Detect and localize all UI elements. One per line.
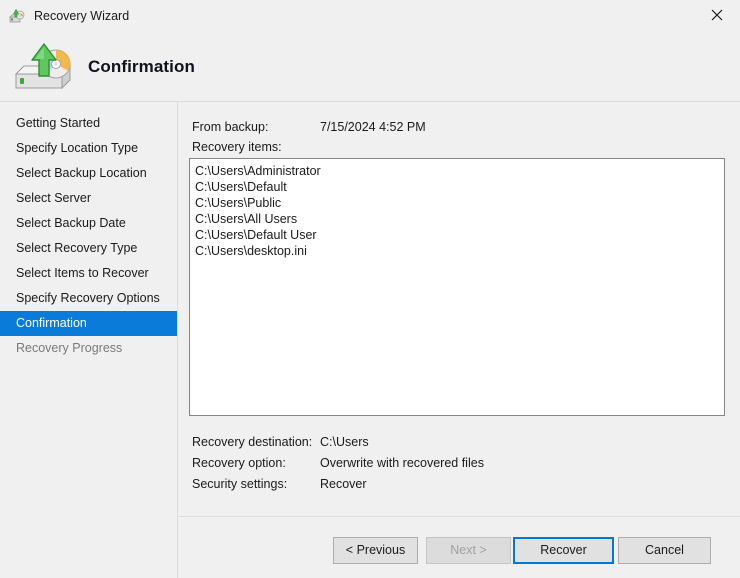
footer-divider — [178, 516, 740, 517]
list-item[interactable]: C:\Users\Public — [193, 195, 724, 211]
summary-row-security-settings: Security settings: Recover — [178, 474, 740, 495]
sidebar-item-select-backup-location[interactable]: Select Backup Location — [0, 161, 177, 186]
sidebar-item-getting-started[interactable]: Getting Started — [0, 111, 177, 136]
sidebar-item-specify-recovery-options[interactable]: Specify Recovery Options — [0, 286, 177, 311]
recovery-summary: Recovery destination: C:\Users Recovery … — [178, 432, 740, 495]
recovery-destination-label: Recovery destination: — [192, 435, 313, 449]
sidebar-item-recovery-progress: Recovery Progress — [16, 341, 123, 355]
recovery-items-label: Recovery items: — [192, 140, 282, 154]
list-item[interactable]: C:\Users\desktop.ini — [193, 243, 724, 259]
summary-row-recovery-option: Recovery option: Overwrite with recovere… — [178, 453, 740, 474]
list-item[interactable]: C:\Users\All Users — [193, 211, 724, 227]
list-item[interactable]: C:\Users\Default User — [193, 227, 724, 243]
summary-row-recovery-destination: Recovery destination: C:\Users — [178, 432, 740, 453]
button-bar: < Previous Next > Recover Cancel — [178, 526, 740, 578]
previous-button[interactable]: < Previous — [333, 537, 418, 564]
backup-drive-disc-icon — [10, 38, 82, 96]
recovery-disk-icon — [8, 7, 26, 25]
page-header: Confirmation — [0, 32, 740, 101]
recovery-destination-value: C:\Users — [320, 435, 369, 449]
recovery-option-label: Recovery option: — [192, 456, 286, 470]
title-bar: Recovery Wizard — [0, 0, 740, 32]
sidebar-item-select-server[interactable]: Select Server — [0, 186, 177, 211]
cancel-button[interactable]: Cancel — [618, 537, 711, 564]
recovery-items-listbox[interactable]: C:\Users\Administrator C:\Users\Default … — [189, 158, 725, 416]
close-icon — [711, 9, 723, 21]
page-title: Confirmation — [88, 56, 195, 76]
window-title: Recovery Wizard — [34, 8, 130, 23]
recovery-option-value: Overwrite with recovered files — [320, 456, 484, 470]
sidebar-item-select-backup-date[interactable]: Select Backup Date — [0, 211, 177, 236]
sidebar-step-list: Getting Started Specify Location Type Se… — [0, 111, 177, 361]
security-settings-value: Recover — [320, 477, 367, 491]
sidebar-item-specify-location-type[interactable]: Specify Location Type — [0, 136, 177, 161]
sidebar-item-select-items-to-recover[interactable]: Select Items to Recover — [0, 261, 177, 286]
sidebar-item-confirmation[interactable]: Confirmation — [0, 311, 177, 336]
close-button[interactable] — [694, 0, 740, 30]
wizard-sidebar: Getting Started Specify Location Type Se… — [0, 102, 177, 578]
recover-button[interactable]: Recover — [513, 537, 614, 564]
from-backup-value: 7/15/2024 4:52 PM — [320, 120, 426, 134]
list-item[interactable]: C:\Users\Default — [193, 179, 724, 195]
security-settings-label: Security settings: — [192, 477, 288, 491]
sidebar-item-select-recovery-type[interactable]: Select Recovery Type — [0, 236, 177, 261]
next-button: Next > — [426, 537, 511, 564]
main-panel: From backup: 7/15/2024 4:52 PM Recovery … — [178, 102, 740, 578]
list-item[interactable]: C:\Users\Administrator — [193, 163, 724, 179]
from-backup-label: From backup: — [192, 120, 269, 134]
